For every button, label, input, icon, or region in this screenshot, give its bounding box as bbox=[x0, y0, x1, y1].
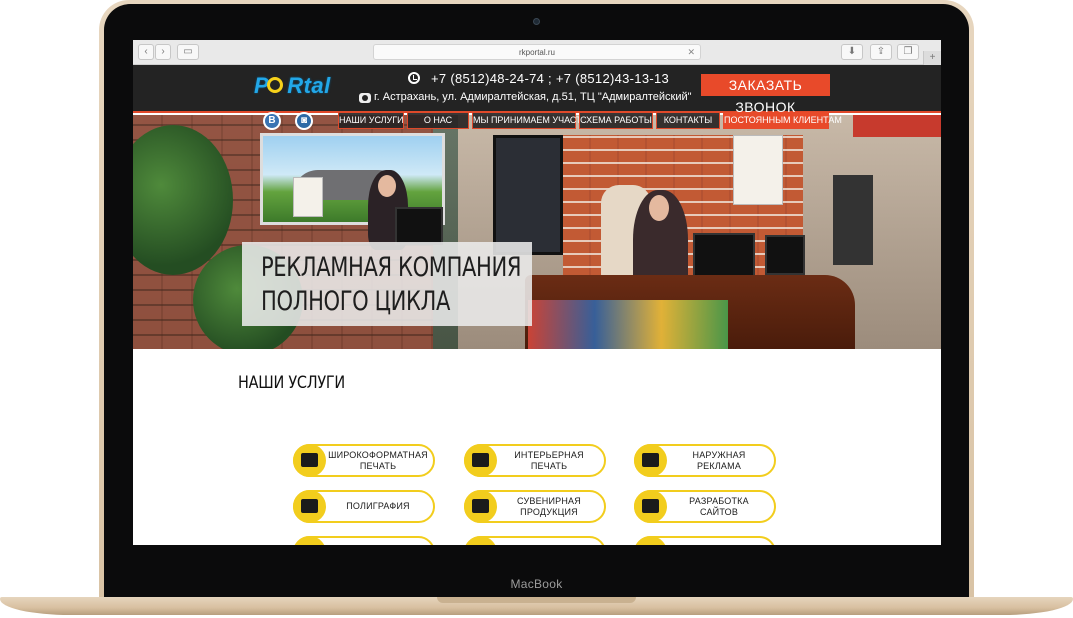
laptop-notch bbox=[437, 597, 636, 603]
service-polygraphy[interactable]: ПОЛИГРАФИЯ bbox=[293, 490, 435, 523]
logo-ring-icon bbox=[267, 77, 283, 93]
url-text: rkportal.ru bbox=[518, 48, 555, 57]
service-label: РАЗРАБОТКА САЙТОВ bbox=[689, 495, 749, 517]
code-monitor-icon bbox=[634, 490, 667, 523]
service-label: ШИРОКОФОРМАТНАЯ ПЕЧАТЬ bbox=[328, 449, 428, 471]
nav-contacts[interactable]: КОНТАКТЫ bbox=[656, 112, 720, 129]
hero-title-line-1: РЕКЛАМНАЯ КОМПАНИЯ bbox=[261, 252, 522, 283]
monitor bbox=[693, 233, 755, 279]
service-interior-print[interactable]: ИНТЕРЬЕРНАЯ ПЕЧАТЬ bbox=[464, 444, 606, 477]
logo-text: Rtal bbox=[287, 73, 331, 98]
browser-toolbar: ‹ › ▭ rkportal.ru ✕ ⬇ ⇪ ❐ + bbox=[133, 40, 941, 65]
gift-icon bbox=[464, 490, 497, 523]
service-more[interactable] bbox=[464, 536, 606, 545]
desk-print bbox=[528, 300, 728, 349]
hero-title-line-2: ПОЛНОГО ЦИКЛА bbox=[261, 286, 451, 317]
person-face bbox=[649, 195, 669, 221]
hero-banner: РЕКЛАМНАЯ КОМПАНИЯ ПОЛНОГО ЦИКЛА bbox=[133, 115, 941, 349]
billboard-icon bbox=[634, 444, 667, 477]
service-label: СУВЕНИРНАЯ ПРОДУКЦИЯ bbox=[517, 495, 581, 517]
site-logo[interactable]: P Rtal bbox=[254, 74, 331, 98]
service-souvenirs[interactable]: СУВЕНИРНАЯ ПРОДУКЦИЯ bbox=[464, 490, 606, 523]
tabs-icon[interactable]: ❐ bbox=[897, 44, 919, 60]
service-icon bbox=[634, 536, 667, 545]
service-wide-format-print[interactable]: ШИРОКОФОРМАТНАЯ ПЕЧАТЬ bbox=[293, 444, 435, 477]
service-outdoor-ads[interactable]: НАРУЖНАЯ РЕКЛАМА bbox=[634, 444, 776, 477]
wall-calendar bbox=[293, 177, 323, 217]
macbook-label: MacBook bbox=[510, 577, 563, 591]
macbook-frame: MacBook ‹ › ▭ rkportal.ru ✕ ⬇ ⇪ ❐ + P Rta… bbox=[0, 0, 1073, 618]
nav-services[interactable]: НАШИ УСЛУГИ bbox=[338, 112, 404, 129]
screen: ‹ › ▭ rkportal.ru ✕ ⬇ ⇪ ❐ + P Rtal +7 (85… bbox=[133, 40, 941, 545]
close-icon[interactable]: ✕ bbox=[687, 45, 695, 60]
monitor bbox=[765, 235, 805, 275]
service-label: ПОЛИГРАФИЯ bbox=[346, 501, 410, 511]
callback-button[interactable]: ЗАКАЗАТЬ ЗВОНОК bbox=[701, 74, 830, 115]
printer-icon bbox=[293, 444, 326, 477]
address: г. Астрахань, ул. Адмиралтейская, д.51, … bbox=[374, 91, 692, 103]
sidebar-icon[interactable]: ▭ bbox=[177, 44, 199, 60]
wall-calendar bbox=[733, 135, 783, 205]
service-label: НАРУЖНАЯ РЕКЛАМА bbox=[692, 449, 746, 471]
camera-icon bbox=[533, 18, 540, 25]
nav-about[interactable]: О НАС bbox=[407, 112, 469, 129]
wall-sign bbox=[853, 115, 941, 137]
vk-icon[interactable]: B bbox=[263, 112, 281, 130]
service-label: ИНТЕРЬЕРНАЯ ПЕЧАТЬ bbox=[514, 449, 584, 471]
service-web-development[interactable]: РАЗРАБОТКА САЙТОВ bbox=[634, 490, 776, 523]
chevron-right-icon[interactable]: › bbox=[155, 44, 171, 60]
phone-numbers[interactable]: +7 (8512)48-24-74 ; +7 (8512)43-13-13 bbox=[431, 71, 669, 86]
nav-regular-clients[interactable]: ПОСТОЯННЫМ КЛИЕНТАМ bbox=[723, 112, 842, 129]
site-header: P Rtal +7 (8512)48-24-74 ; +7 (8512)43-13… bbox=[133, 65, 941, 115]
hero-caption: РЕКЛАМНАЯ КОМПАНИЯ ПОЛНОГО ЦИКЛА bbox=[242, 242, 532, 326]
address-bar[interactable]: rkportal.ru ✕ bbox=[373, 44, 701, 60]
office-shelf bbox=[833, 175, 873, 265]
phone-icon bbox=[408, 72, 420, 84]
nav-work-scheme[interactable]: СХЕМА РАБОТЫ bbox=[579, 112, 653, 129]
service-icon bbox=[293, 536, 326, 545]
picture-icon bbox=[464, 444, 497, 477]
location-icon bbox=[359, 93, 371, 103]
instagram-icon[interactable]: ◙ bbox=[295, 112, 313, 130]
chevron-left-icon[interactable]: ‹ bbox=[138, 44, 154, 60]
brochure-icon bbox=[293, 490, 326, 523]
service-more[interactable] bbox=[293, 536, 435, 545]
monitor bbox=[395, 207, 443, 245]
person-face bbox=[378, 175, 396, 197]
share-icon[interactable]: ⇪ bbox=[870, 44, 892, 60]
office-shelf bbox=[493, 135, 563, 255]
services-title: НАШИ УСЛУГИ bbox=[238, 373, 345, 393]
service-icon bbox=[464, 536, 497, 545]
download-icon[interactable]: ⬇ bbox=[841, 44, 863, 60]
new-tab-button[interactable]: + bbox=[923, 51, 941, 65]
nav-participation[interactable]: МЫ ПРИНИМАЕМ УЧАСТИЕ bbox=[472, 112, 594, 129]
service-more[interactable] bbox=[634, 536, 776, 545]
